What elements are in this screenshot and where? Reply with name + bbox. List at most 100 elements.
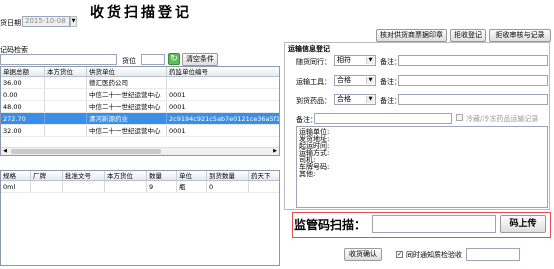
table-row[interactable]: 36.00 德汇医药公司 (1, 77, 279, 89)
info-line: 其他: (299, 170, 316, 178)
col-brand: 厂牌 (31, 171, 63, 180)
cell-qty: 9 (147, 181, 177, 192)
scroll-right-icon[interactable]: ▶ (271, 148, 279, 155)
refresh-icon[interactable]: ↻ (168, 53, 180, 65)
cell-brand (31, 181, 63, 192)
companion-select[interactable]: 相符 ▼ (334, 55, 376, 66)
scroll-thumb[interactable] (11, 149, 161, 154)
cell-loc (105, 181, 147, 192)
cell-code: 0001 (169, 91, 186, 99)
remark-input-4[interactable] (314, 113, 452, 124)
upper-scrollbar[interactable]: ◀ ▶ (1, 147, 279, 155)
cell-supplier: 德汇医药公司 (87, 77, 167, 88)
remark-input-3[interactable] (398, 94, 548, 105)
transport-group-title: 运输信息登记 (288, 45, 330, 53)
tool-select[interactable]: 合格 ▼ (334, 75, 376, 86)
remark-input-1[interactable] (398, 55, 548, 66)
col-location: 本方货位 (45, 67, 87, 76)
cell-location (45, 77, 87, 88)
remark-input-2[interactable] (398, 75, 548, 86)
table-row-selected[interactable]: 272.70 漯河新源药业 2c9194c921c5ab7e0121ce36a5… (1, 113, 279, 125)
cell-amount: 36.00 (1, 77, 45, 88)
cell-supplier: 中信二十一世纪运营中心 (87, 125, 167, 136)
info-line: 发货地址: (299, 135, 330, 143)
table-row[interactable]: 48.00 中信二十一世纪运营中心 0001 (1, 101, 279, 113)
cell-arrived: 0 (207, 181, 249, 192)
col-spec: 规格 (1, 171, 31, 180)
table-row[interactable]: 0.00 中信二十一世纪运营中心 0001 (1, 89, 279, 101)
transport-info-textarea[interactable]: 运输单位: 发货地址: 起运时间: 运输方式: 司机: 车牌号码: 其他: (296, 126, 548, 208)
col-qty: 数量 (147, 171, 177, 180)
table-row[interactable]: 0ml 9 瓶 0 (1, 181, 279, 193)
upload-button[interactable]: 码上传 (500, 215, 546, 233)
col-loc: 本方货位 (105, 171, 147, 180)
page-title: 收货扫描登记 (90, 5, 192, 21)
date-value: 2015-10-08 (25, 17, 66, 25)
print-check-button[interactable]: 核对供货商票据印章 (376, 29, 447, 42)
cell-amount: 272.70 (1, 113, 45, 124)
cell-spec: 0ml (1, 181, 31, 192)
cell-supplier: 漯河新源药业 (87, 113, 167, 124)
date-field[interactable]: 2015-10-08 (22, 16, 70, 27)
scan-input[interactable] (372, 215, 496, 233)
cell-code (167, 77, 279, 88)
notify-input[interactable] (466, 248, 520, 261)
col-code: 药监单位编号 (169, 68, 208, 76)
companion-label: 随货同行： (296, 58, 331, 66)
cell-location (45, 113, 87, 124)
arrival-value: 合格 (337, 95, 351, 103)
batch-input[interactable] (141, 54, 165, 65)
cell-amount: 32.00 (1, 125, 45, 136)
receipt-table: 单据总额 本方货位 供货单位 药监单位编号 36.00 德汇医药公司 0.00 … (0, 66, 280, 156)
chevron-down-icon: ▼ (366, 77, 374, 84)
tool-label: 运输工具： (296, 78, 331, 86)
detail-table-header: 规格 厂牌 批准文号 本方货位 数量 单位 到货数量 药天下 (1, 171, 279, 181)
companion-value: 相符 (337, 56, 351, 64)
arrival-label: 到货药品： (296, 97, 331, 105)
cell-code: 2c9194c921c5ab7e0121ce36a5f123b9 (169, 115, 279, 123)
batch-label: 货位 (122, 57, 136, 65)
scan-label: 监管码扫描： (294, 218, 367, 232)
cell-code: 0001 (169, 127, 186, 135)
col-unit: 单位 (177, 171, 207, 180)
detail-table: 规格 厂牌 批准文号 本方货位 数量 单位 到货数量 药天下 0ml 9 瓶 0 (0, 170, 280, 266)
info-line: 起运时间: (299, 142, 330, 150)
tool-value: 合格 (337, 76, 351, 84)
cell-supplier: 中信二十一世纪运营中心 (87, 101, 167, 112)
cell-amount: 48.00 (1, 101, 45, 112)
cold-chain-checkbox[interactable] (456, 114, 463, 121)
cell-amount: 0.00 (1, 89, 45, 100)
date-label: 货日期 (0, 19, 21, 27)
col-extra: 药天下 (251, 172, 271, 180)
cell-supplier: 中信二十一世纪运营中心 (87, 89, 167, 100)
cell-code: 0001 (169, 103, 186, 111)
cell-unit: 瓶 (177, 181, 207, 192)
info-line: 车牌号码: (299, 163, 330, 171)
info-line: 运输方式: (299, 149, 330, 157)
info-line: 司机: (299, 156, 316, 164)
notify-checkbox[interactable] (396, 251, 403, 258)
notify-label: 同时通知质检验收 (406, 251, 462, 259)
arrival-select[interactable]: 合格 ▼ (334, 94, 376, 105)
col-approval: 批准文号 (63, 171, 105, 180)
cell-approval (63, 181, 105, 192)
cell-location (45, 125, 87, 136)
search-input[interactable] (0, 54, 117, 65)
reject-register-button[interactable]: 拒收登记 (450, 29, 486, 42)
cold-chain-label: 冷藏/冷冻药品运输记录 (466, 115, 539, 123)
cell-location (45, 89, 87, 100)
confirm-button[interactable]: 收货确认 (344, 248, 382, 261)
col-amount: 单据总额 (1, 67, 45, 76)
table-row[interactable]: 32.00 中信二十一世纪运营中心 0001 (1, 125, 279, 137)
reject-audit-button[interactable]: 拒收审核与记录 (489, 29, 551, 42)
info-line: 运输单位: (299, 128, 330, 136)
chevron-down-icon: ▼ (366, 57, 374, 64)
date-dropdown-icon[interactable]: ▼ (70, 16, 77, 27)
chevron-down-icon: ▼ (366, 96, 374, 103)
receipt-table-header: 单据总额 本方货位 供货单位 药监单位编号 (1, 67, 279, 77)
cell-extra (249, 181, 279, 192)
clear-button[interactable]: 清空条件 (182, 53, 218, 66)
cell-location (45, 101, 87, 112)
scroll-left-icon[interactable]: ◀ (1, 148, 9, 155)
col-supplier: 供货单位 (87, 67, 167, 76)
